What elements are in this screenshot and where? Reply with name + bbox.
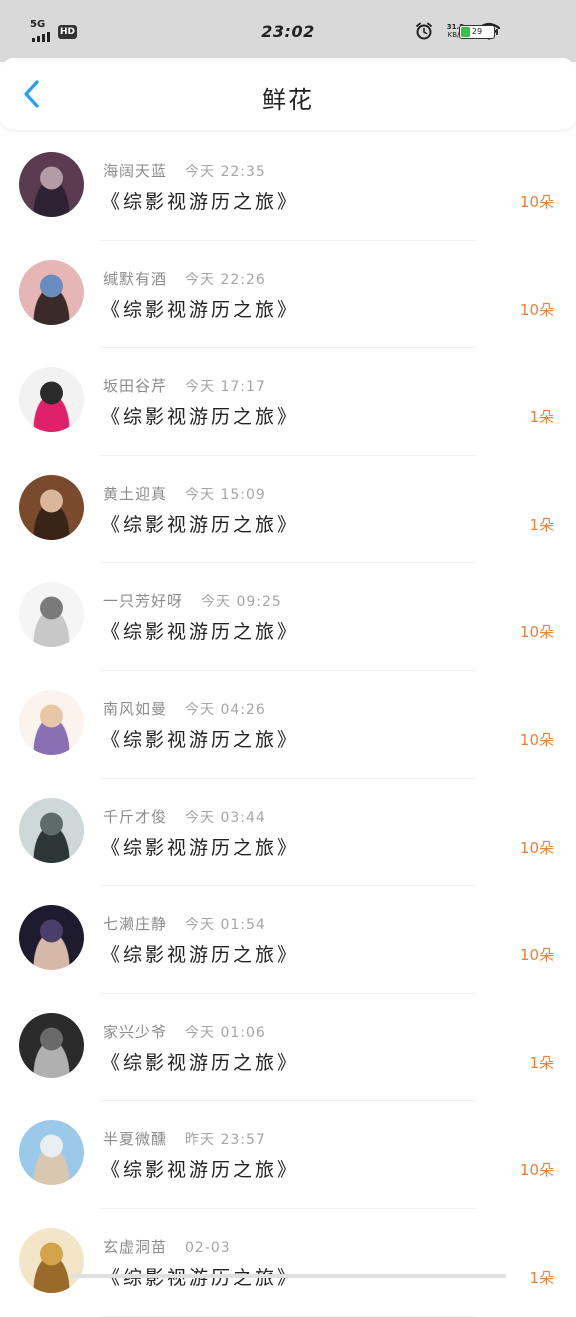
timestamp: 今天 22:26 (185, 271, 266, 288)
timestamp: 今天 04:26 (185, 701, 266, 718)
timestamp: 今天 17:17 (185, 379, 266, 396)
user-name: 千斤才俊 (103, 807, 168, 826)
meta-line: 坂田谷芹 今天 17:17 (103, 375, 266, 396)
book-title: 《综影视游历之旅》 (101, 406, 300, 429)
timestamp: 今天 01:54 (185, 917, 266, 934)
list-item[interactable]: 七濑庄静 今天 01:54 《综影视游历之旅》 10朵 (0, 886, 576, 994)
flower-count: 1朵 (529, 1268, 554, 1287)
meta-line: 玄虚洞苗 02-03 (103, 1236, 231, 1257)
user-name: 坂田谷芹 (103, 377, 168, 396)
meta-line: 七濑庄静 今天 01:54 (103, 913, 266, 934)
flower-list: 海阔天蓝 今天 22:35 《综影视游历之旅》 10朵 缄默有酒 今天 22:26 《综影视… (0, 133, 576, 1317)
user-name: 玄虚洞苗 (103, 1237, 168, 1256)
avatar[interactable] (19, 582, 84, 648)
meta-line: 家兴少爷 今天 01:06 (103, 1021, 266, 1042)
avatar[interactable] (19, 1227, 84, 1293)
list-item[interactable]: 一只芳好呀 今天 09:25 《综影视游历之旅》 10朵 (0, 563, 576, 671)
meta-line: 海阔天蓝 今天 22:35 (103, 160, 266, 181)
flower-count: 10朵 (519, 300, 554, 319)
flower-count: 1朵 (529, 515, 554, 534)
battery-icon: 29 (459, 25, 495, 39)
flower-count: 10朵 (519, 838, 554, 857)
battery-tip (496, 29, 498, 35)
list-item[interactable]: 千斤才俊 今天 03:44 《综影视游历之旅》 10朵 (0, 779, 576, 887)
user-name: 缄默有酒 (103, 269, 168, 288)
meta-line: 一只芳好呀 今天 09:25 (103, 590, 282, 611)
avatar[interactable] (19, 1012, 84, 1078)
avatar[interactable] (19, 689, 84, 755)
alarm-icon (415, 22, 432, 40)
list-item[interactable]: 半夏微醺 昨天 23:57 《综影视游历之旅》 10朵 (0, 1101, 576, 1209)
book-title: 《综影视游历之旅》 (101, 728, 300, 751)
timestamp: 今天 15:09 (185, 486, 266, 503)
user-name: 半夏微醺 (103, 1130, 168, 1149)
book-title: 《综影视游历之旅》 (101, 621, 300, 644)
avatar[interactable] (19, 152, 84, 217)
timestamp: 今天 09:25 (201, 594, 282, 611)
user-name: 一只芳好呀 (103, 592, 184, 611)
timestamp: 昨天 23:57 (185, 1132, 266, 1149)
timestamp: 今天 01:06 (185, 1024, 266, 1041)
flower-count: 10朵 (519, 946, 554, 965)
avatar[interactable] (19, 474, 84, 540)
avatar[interactable] (19, 259, 84, 325)
list-item[interactable]: 家兴少爷 今天 01:06 《综影视游历之旅》 1朵 (0, 994, 576, 1102)
flower-count: 10朵 (519, 623, 554, 642)
meta-line: 南风如曼 今天 04:26 (103, 698, 266, 719)
avatar[interactable] (19, 905, 84, 971)
timestamp: 今天 22:35 (185, 164, 266, 180)
timestamp: 今天 03:44 (185, 809, 266, 826)
meta-line: 缄默有酒 今天 22:26 (103, 268, 266, 289)
avatar[interactable] (19, 1120, 84, 1186)
book-title: 《综影视游历之旅》 (101, 944, 300, 967)
scroll-indicator (70, 1274, 506, 1278)
meta-line: 黄土迎真 今天 15:09 (103, 483, 266, 504)
book-title: 《综影视游历之旅》 (101, 298, 300, 321)
book-title: 《综影视游历之旅》 (101, 513, 300, 536)
page-title: 鲜花 (262, 86, 314, 114)
list-item[interactable]: 黄土迎真 今天 15:09 《综影视游历之旅》 1朵 (0, 456, 576, 564)
list-item[interactable]: 玄虚洞苗02-03《综影视游历之旅》1朵 (0, 1209, 576, 1317)
flower-count: 1朵 (529, 1053, 554, 1072)
book-title: 《综影视游历之旅》 (101, 1051, 300, 1074)
book-title: 《综影视游历之旅》 (101, 1159, 300, 1182)
avatar[interactable] (19, 367, 84, 433)
flower-count: 10朵 (519, 193, 554, 211)
flower-count: 10朵 (519, 730, 554, 749)
avatar[interactable] (19, 797, 84, 863)
timestamp: 02-03 (185, 1239, 231, 1256)
user-name: 海阔天蓝 (103, 162, 168, 180)
user-name: 七濑庄静 (103, 915, 168, 934)
flower-count: 10朵 (519, 1161, 554, 1180)
list-item[interactable]: 坂田谷芹 今天 17:17 《综影视游历之旅》 1朵 (0, 348, 576, 456)
flower-count: 1朵 (529, 408, 554, 427)
header: 鲜花 (0, 58, 576, 130)
list-item[interactable]: 缄默有酒 今天 22:26 《综影视游历之旅》 10朵 (0, 241, 576, 349)
divider (100, 1315, 476, 1317)
meta-line: 半夏微醺 昨天 23:57 (103, 1128, 266, 1149)
book-title: 《综影视游历之旅》 (101, 836, 300, 859)
user-name: 黄土迎真 (103, 484, 168, 503)
battery-level: 29 (471, 27, 483, 36)
user-name: 家兴少爷 (103, 1022, 168, 1041)
meta-line: 千斤才俊 今天 03:44 (103, 806, 266, 827)
list-item[interactable]: 南风如曼 今天 04:26 《综影视游历之旅》 10朵 (0, 671, 576, 779)
list-item[interactable]: 海阔天蓝 今天 22:35 《综影视游历之旅》 10朵 (0, 133, 576, 241)
status-bar: 5G HD 23:02 31.8 KB/s 29 (0, 0, 576, 62)
book-title: 《综影视游历之旅》 (101, 191, 300, 213)
user-name: 南风如曼 (103, 699, 168, 718)
